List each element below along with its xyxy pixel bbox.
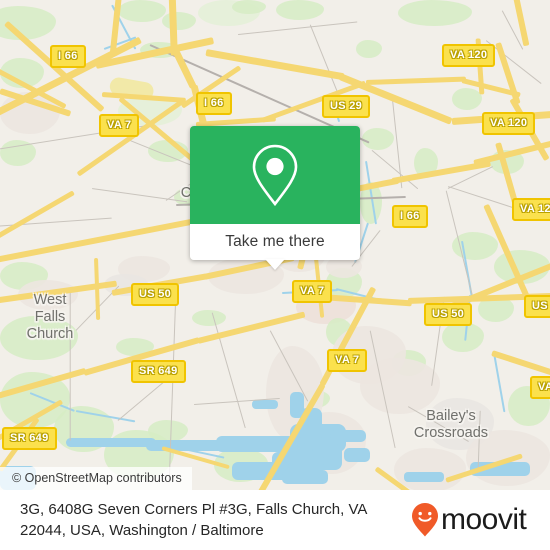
route-shield-us50-east[interactable]: US 50 (424, 303, 473, 326)
place-label-west-falls-church: West Falls Church (26, 292, 74, 342)
minor-road (447, 186, 515, 209)
minor-road (237, 21, 358, 36)
route-shield-us50-west[interactable]: US 50 (131, 283, 180, 306)
highway-vertical (168, 0, 178, 56)
address-line-2: 22044, USA, Washington / Baltimore (20, 522, 264, 539)
callout-pin-panel (190, 126, 360, 224)
stream (493, 352, 506, 413)
route-shield-va-right-edge[interactable]: VA (530, 376, 550, 399)
moovit-logo[interactable]: moovit (410, 502, 540, 538)
osm-attribution[interactable]: © OpenStreetMap contributors (0, 467, 192, 490)
map-viewport[interactable]: I 66 I 66 US 29 VA 120 VA 120 VA 7 I 66 … (0, 0, 550, 490)
landuse-green (442, 322, 484, 352)
landuse-residential (360, 358, 440, 414)
highway-va120 (491, 350, 550, 380)
take-me-there-label: Take me there (225, 233, 325, 250)
highway-va120 (511, 0, 530, 47)
place-label-baileys-crossroads: Bailey's Crossroads (413, 408, 489, 441)
route-shield-i66-east[interactable]: I 66 (392, 205, 428, 228)
landuse-green (192, 310, 226, 326)
route-shield-i66-north[interactable]: I 66 (196, 92, 232, 115)
route-shield-va120-upper-right[interactable]: VA 120 (482, 112, 536, 135)
lake (252, 400, 278, 409)
lake (146, 440, 226, 451)
highway-us29 (365, 76, 467, 85)
route-shield-va7-northwest[interactable]: VA 7 (99, 114, 140, 137)
landuse-green (452, 88, 482, 110)
address-caption: 3G, 6408G Seven Corners Pl #3G, Falls Ch… (0, 499, 410, 541)
highway-vertical (172, 49, 197, 89)
moovit-wordmark: moovit (441, 503, 527, 536)
highway-va120 (495, 42, 521, 105)
landuse-green (356, 40, 382, 58)
lake (66, 438, 156, 447)
footer-bar: 3G, 6408G Seven Corners Pl #3G, Falls Ch… (0, 490, 550, 550)
map-pin-icon (252, 144, 298, 207)
route-shield-va120-top[interactable]: VA 120 (442, 44, 496, 67)
callout-tail (265, 259, 285, 270)
lake (344, 448, 370, 462)
highway-va7-nw (0, 190, 75, 241)
route-shield-va7-center[interactable]: VA 7 (292, 280, 333, 303)
landuse-green (118, 0, 166, 22)
location-callout-card[interactable]: Take me there (190, 126, 360, 270)
route-shield-sr649-west-edge[interactable]: SR 649 (2, 427, 57, 450)
route-shield-va120-right-edge[interactable]: VA 120 (512, 198, 550, 221)
moovit-smiley-pin-icon (412, 503, 438, 537)
landuse-green (276, 0, 324, 20)
lake (330, 430, 366, 442)
landuse-green (162, 12, 196, 30)
landuse-green (398, 0, 472, 26)
take-me-there-button[interactable]: Take me there (190, 224, 360, 260)
landuse-green (362, 128, 394, 150)
route-shield-i66-northwest[interactable]: I 66 (50, 45, 86, 68)
screenshot-root: I 66 I 66 US 29 VA 120 VA 120 VA 7 I 66 … (0, 0, 550, 550)
lake (282, 470, 328, 484)
route-shield-us29[interactable]: US 29 (322, 95, 371, 118)
lake (404, 472, 444, 482)
address-line-1: 3G, 6408G Seven Corners Pl #3G, Falls Ch… (20, 501, 368, 518)
landuse-residential (394, 448, 466, 490)
landuse-green (232, 0, 266, 14)
route-shield-us-right-edge[interactable]: US (524, 295, 550, 318)
route-shield-sr649-center[interactable]: SR 649 (131, 360, 186, 383)
route-shield-va7-south[interactable]: VA 7 (327, 349, 368, 372)
